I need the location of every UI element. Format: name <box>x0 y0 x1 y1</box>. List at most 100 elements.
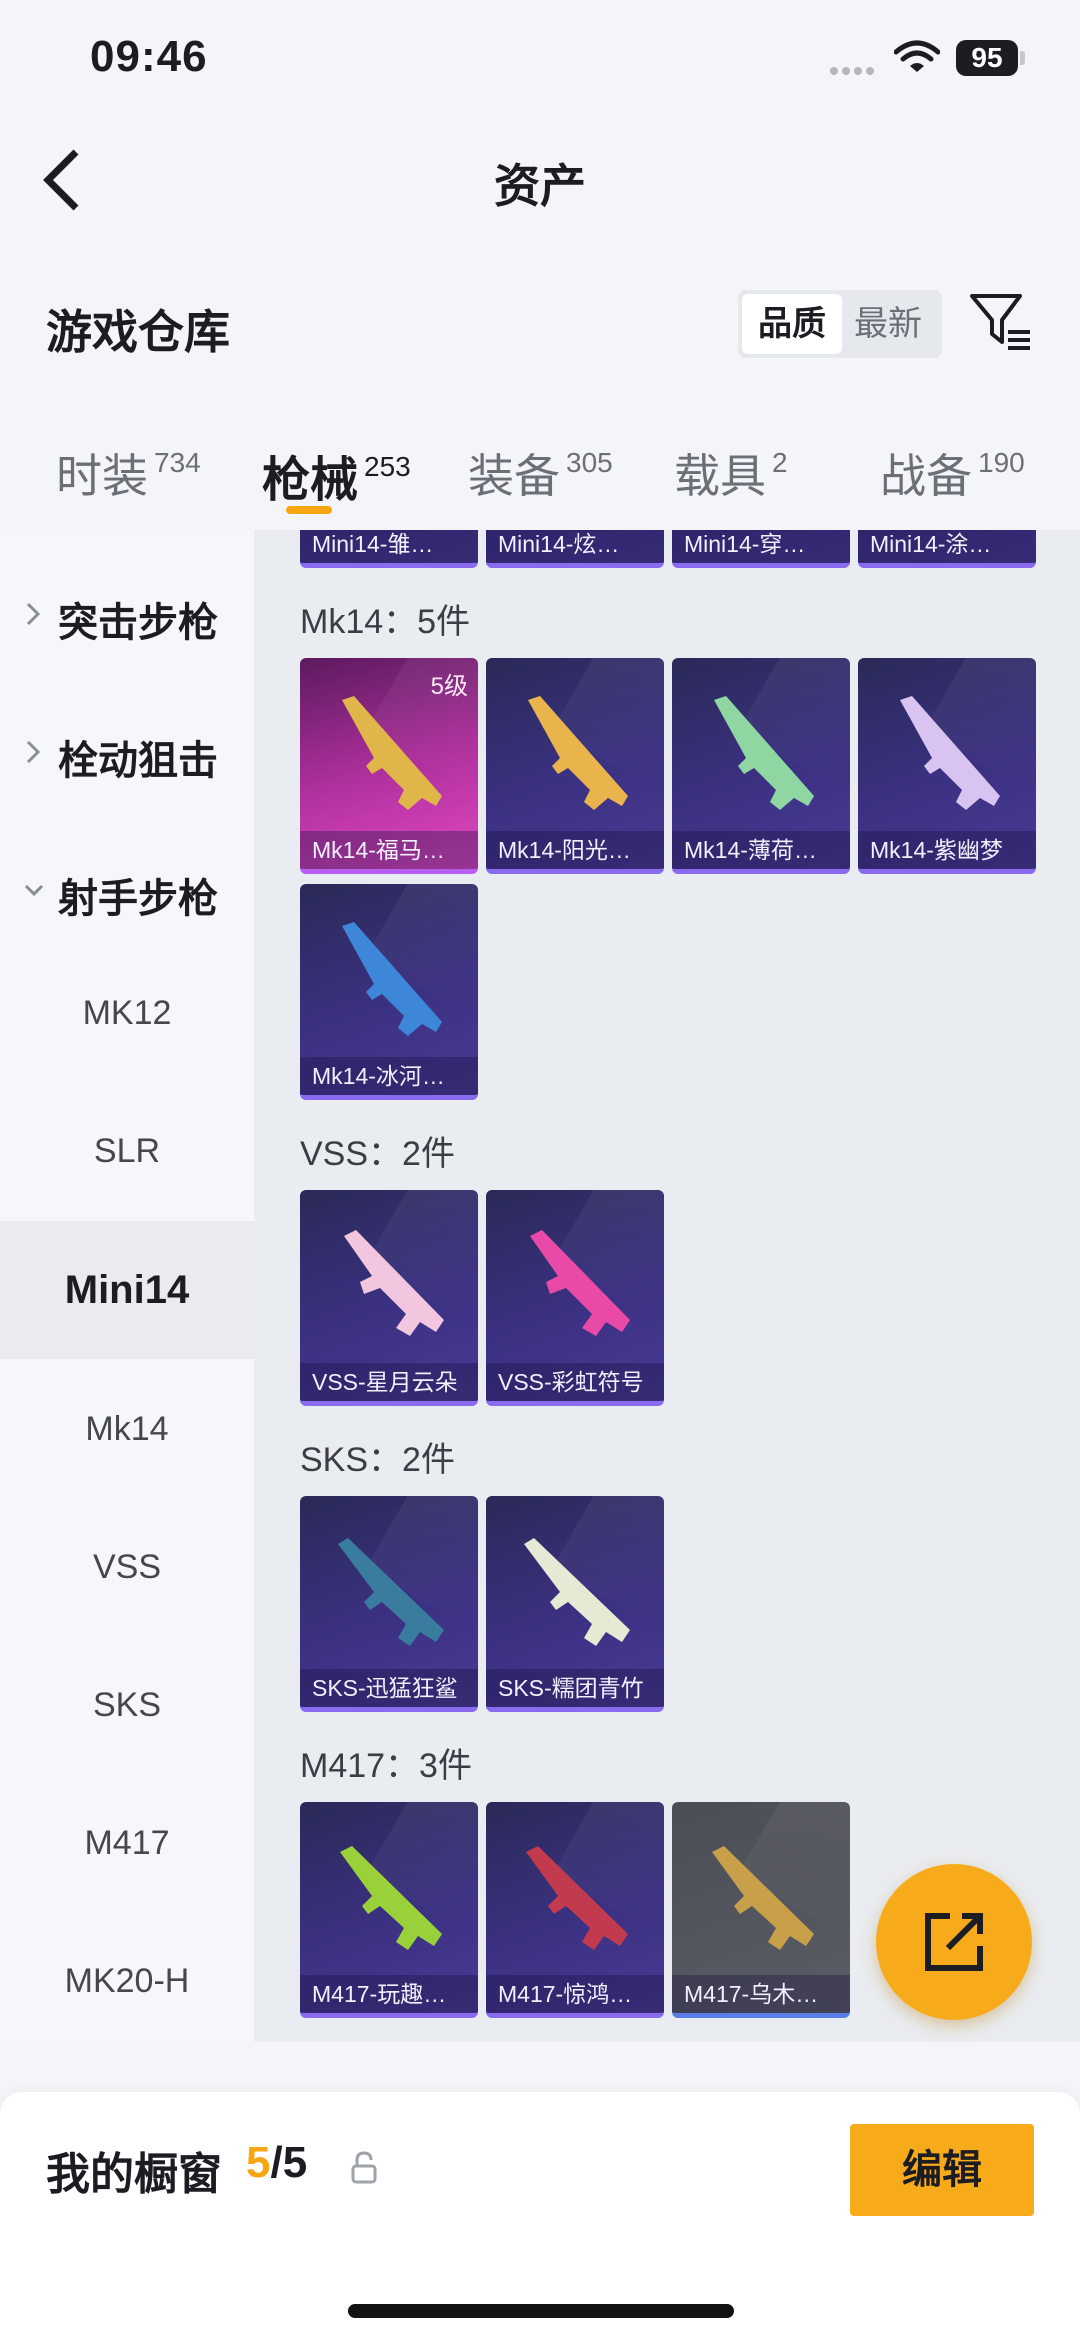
skin-name: SKS-糯团青竹 <box>486 1669 664 1707</box>
skin-card[interactable]: VSS-彩虹符号 <box>486 1190 664 1406</box>
sort-quality-button[interactable]: 品质 <box>742 294 842 354</box>
showcase-bar: 我的橱窗 5/5 编辑 <box>0 2092 1080 2339</box>
skin-name: Mini14-穿… <box>672 530 850 563</box>
tab-fashion[interactable]: 时装 734 <box>56 440 201 520</box>
rifle-icon <box>528 696 628 810</box>
showcase-count: 5/5 <box>246 2138 307 2188</box>
skin-name: Mk14-福马… <box>300 831 478 869</box>
filter-icon[interactable] <box>968 290 1032 354</box>
skin-name: Mk14-冰河… <box>300 1057 478 1095</box>
rifle-icon <box>900 696 1000 810</box>
skin-card[interactable]: M417-玩趣… <box>300 1802 478 2018</box>
section-title-vss: VSS：2件 <box>300 1135 455 1173</box>
sidebar-group-label: 栓动狙击 <box>58 739 218 783</box>
skin-name: M417-玩趣… <box>300 1975 478 2013</box>
sidebar-item-vss[interactable]: VSS <box>0 1498 254 1636</box>
skin-name: SKS-迅猛狂鲨 <box>300 1669 478 1707</box>
category-tabs: 时装 734 枪械 253 装备 305 载具 2 战备 190 <box>0 426 1080 526</box>
sort-newest-button[interactable]: 最新 <box>838 294 938 354</box>
chevron-right-icon <box>26 740 41 764</box>
skin-card[interactable]: Mini14-雏… <box>300 530 478 568</box>
sniper-rifle-icon <box>530 1230 630 1336</box>
skin-name: Mk14-阳光… <box>486 831 664 869</box>
rifle-icon <box>342 696 442 810</box>
skin-level-badge: 5级 <box>430 673 468 700</box>
tab-count: 305 <box>566 447 613 478</box>
edit-button[interactable]: 编辑 <box>850 2124 1034 2216</box>
skin-card[interactable]: SKS-迅猛狂鲨 <box>300 1496 478 1712</box>
weapon-type-sidebar: 突击步枪 栓动狙击 射手步枪 MK12 SLR Mini14 Mk14 VSS … <box>0 530 254 2040</box>
skin-card[interactable]: Mk14-薄荷… <box>672 658 850 874</box>
status-bar: 09:46 95 <box>0 0 1080 120</box>
skin-card[interactable]: Mk14-紫幽梦 <box>858 658 1036 874</box>
skin-card[interactable]: Mini14-穿… <box>672 530 850 568</box>
active-tab-indicator <box>286 506 332 514</box>
sidebar-item-mk20h[interactable]: MK20-H <box>0 1912 254 2050</box>
rifle-icon <box>340 1846 442 1950</box>
skin-name: Mini14-雏… <box>300 530 478 563</box>
skin-card[interactable]: M417-乌木… <box>672 1802 850 2018</box>
share-button[interactable] <box>876 1864 1032 2020</box>
chevron-down-icon <box>24 884 44 897</box>
sidebar-group-marksman-rifles[interactable]: 射手步枪 <box>0 846 254 936</box>
tab-count: 190 <box>978 447 1025 478</box>
section-title-sks: SKS：2件 <box>300 1441 455 1479</box>
tab-supplies[interactable]: 战备 190 <box>880 440 1025 520</box>
showcase-total: /5 <box>270 2138 308 2187</box>
skin-name: M417-惊鸿… <box>486 1975 664 2013</box>
rifle-icon <box>342 922 442 1036</box>
sidebar-item-mini14[interactable]: Mini14 <box>0 1221 254 1359</box>
warehouse-title: 游戏仓库 <box>46 306 230 358</box>
chevron-right-icon <box>26 602 41 626</box>
tab-equipment[interactable]: 装备 305 <box>468 440 613 520</box>
skin-card[interactable]: SKS-糯团青竹 <box>486 1496 664 1712</box>
sidebar-item-mk14[interactable]: Mk14 <box>0 1360 254 1498</box>
tab-label: 载具 <box>674 450 766 502</box>
battery-indicator: 95 <box>956 40 1018 76</box>
rifle-icon <box>338 1538 444 1646</box>
skin-card[interactable]: Mk14-冰河… <box>300 884 478 1100</box>
weapon-grid: Mini14-雏… Mini14-炫… Mini14-穿… Mini14-涂… … <box>254 530 1080 2042</box>
skin-name: M417-乌木… <box>672 1975 850 2013</box>
sidebar-group-label: 突击步枪 <box>58 601 218 645</box>
rifle-icon <box>712 1846 814 1950</box>
home-indicator <box>348 2304 734 2318</box>
section-title-mk14: Mk14：5件 <box>300 603 471 641</box>
skin-name: Mini14-涂… <box>858 530 1036 563</box>
skin-card[interactable]: Mini14-炫… <box>486 530 664 568</box>
skin-card[interactable]: 5级 Mk14-福马… <box>300 658 478 874</box>
tab-vehicles[interactable]: 载具 2 <box>674 440 788 520</box>
section-title-m417: M417：3件 <box>300 1747 472 1785</box>
lock-icon <box>351 2151 377 2184</box>
showcase-label: 我的橱窗 <box>46 2150 222 2199</box>
sidebar-item-m417[interactable]: M417 <box>0 1774 254 1912</box>
page-title: 资产 <box>494 160 586 212</box>
tab-firearms[interactable]: 枪械 253 <box>262 440 411 520</box>
wifi-icon <box>894 40 940 72</box>
rifle-icon <box>526 1846 628 1950</box>
sidebar-group-bolt-action[interactable]: 栓动狙击 <box>0 708 254 798</box>
sidebar-item-sks[interactable]: SKS <box>0 1636 254 1774</box>
tab-label: 战备 <box>880 450 972 502</box>
tab-count: 253 <box>364 451 411 482</box>
skin-card[interactable]: VSS-星月云朵 <box>300 1190 478 1406</box>
sidebar-item-slr[interactable]: SLR <box>0 1082 254 1220</box>
skin-name: Mk14-薄荷… <box>672 831 850 869</box>
tab-label: 时装 <box>56 450 148 502</box>
skin-name: Mk14-紫幽梦 <box>858 831 1036 869</box>
tab-count: 2 <box>772 447 788 478</box>
skin-name: VSS-星月云朵 <box>300 1363 478 1401</box>
skin-card[interactable]: Mini14-涂… <box>858 530 1036 568</box>
share-external-icon <box>925 1913 983 1971</box>
sidebar-item-mk12[interactable]: MK12 <box>0 944 254 1082</box>
skin-card[interactable]: M417-惊鸿… <box>486 1802 664 2018</box>
skin-name: Mini14-炫… <box>486 530 664 563</box>
sidebar-group-assault-rifles[interactable]: 突击步枪 <box>0 570 254 660</box>
sort-toggle: 品质 最新 <box>738 290 942 358</box>
skin-card[interactable]: Mk14-阳光… <box>486 658 664 874</box>
status-time: 09:46 <box>90 32 208 81</box>
battery-cap <box>1020 51 1025 65</box>
tab-label: 枪械 <box>262 454 359 507</box>
rifle-icon <box>524 1538 630 1646</box>
rifle-icon <box>714 696 814 810</box>
